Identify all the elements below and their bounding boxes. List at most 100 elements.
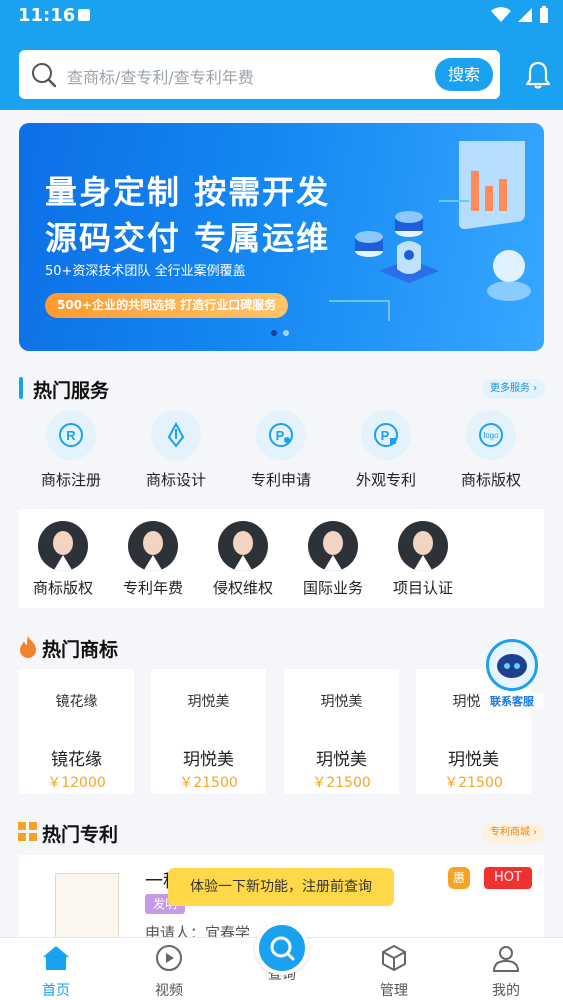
hot-badge: HOT	[484, 867, 532, 889]
trademark-card[interactable]: 玥悦美 玥悦美 ￥21500	[151, 669, 266, 794]
avatar	[38, 521, 88, 571]
consultant-row: 商标版权 专利年费 侵权维权 国际业务 项目认证	[19, 509, 544, 608]
discount-badge: 惠	[448, 867, 470, 889]
svg-text:P: P	[381, 428, 390, 443]
service-icon-wrap: logo	[466, 410, 516, 460]
status-icons	[491, 6, 549, 24]
patent-mall-button[interactable]: 专利商城 ›	[482, 823, 546, 843]
customer-service-button[interactable]: 联系客服	[480, 637, 544, 713]
promo-banner[interactable]: 量身定制 按需开发 源码交付 专属运维 50+资深技术团队 全行业案例覆盖 50…	[19, 123, 544, 351]
notification-a-icon	[78, 9, 90, 21]
patent-apply-icon: P	[269, 423, 293, 447]
trademark-logo-text: 镜花缘	[55, 694, 98, 710]
query-fab-button[interactable]	[255, 921, 309, 975]
consultant-label: 项目认证	[392, 579, 453, 597]
banner-subtitle: 50+资深技术团队 全行业案例覆盖	[45, 264, 246, 279]
service-icon-wrap: P	[256, 410, 306, 460]
search-icon	[270, 936, 295, 961]
trademark-price: ￥21500	[444, 775, 503, 791]
search-icon	[32, 63, 57, 88]
nav-mine[interactable]: 我的	[466, 944, 546, 1000]
service-icon-wrap: R	[46, 410, 96, 460]
banner-pill: 500+企业的共同选择 打造行业口碑服务	[45, 293, 289, 318]
pen-nib-icon	[167, 421, 185, 448]
trademark-logo-text: 玥悦美	[320, 694, 363, 710]
home-icon	[43, 946, 69, 970]
app-header: 11:16 查商标/查专利/查专利年费 搜索	[0, 0, 563, 110]
banner-pagination[interactable]	[271, 330, 289, 336]
banner-dot[interactable]	[271, 330, 277, 336]
search-input[interactable]: 查商标/查专利/查专利年费	[67, 64, 254, 88]
service-label: 商标设计	[145, 471, 206, 489]
trademark-logo-text: 玥悦美	[187, 694, 230, 710]
nav-home[interactable]: 首页	[16, 944, 96, 1000]
consultant-item[interactable]: 商标版权	[23, 521, 103, 598]
trademark-price: ￥21500	[312, 775, 371, 791]
cube-icon	[382, 945, 406, 971]
service-label: 专利申请	[250, 471, 311, 489]
avatar	[218, 521, 268, 571]
service-label: 外观专利	[355, 471, 416, 489]
svg-text:P: P	[276, 428, 285, 443]
signal-icon	[518, 8, 532, 22]
nav-label: 视频	[155, 983, 183, 999]
consultant-item[interactable]: 国际业务	[293, 521, 373, 598]
service-patent-application[interactable]: P 专利申请	[236, 410, 326, 490]
service-trademark-registration[interactable]: R 商标注册	[26, 410, 116, 490]
svg-text:logo: logo	[483, 431, 499, 440]
hot-services-title: 热门服务	[33, 380, 110, 402]
trademark-card[interactable]: 镜花缘 镜花缘 ￥12000	[19, 669, 134, 794]
search-bar[interactable]: 查商标/查专利/查专利年费 搜索	[19, 50, 500, 99]
trademark-price: ￥21500	[179, 775, 238, 791]
user-icon	[492, 946, 520, 972]
service-design-patent[interactable]: P 外观专利	[341, 410, 431, 490]
wifi-icon	[491, 7, 511, 22]
trademark-name: 玥悦美	[183, 750, 234, 770]
consultant-item[interactable]: 专利年费	[113, 521, 193, 598]
avatar	[128, 521, 178, 571]
more-services-label: 更多服务	[490, 383, 530, 394]
service-label: 商标注册	[40, 471, 101, 489]
service-label: 商标版权	[460, 471, 521, 489]
bell-icon[interactable]	[524, 60, 552, 90]
avatar	[398, 521, 448, 571]
nav-label: 管理	[380, 983, 408, 999]
robot-icon	[486, 639, 538, 691]
trademark-name: 玥悦美	[316, 750, 367, 770]
search-button[interactable]: 搜索	[435, 58, 493, 91]
consultant-label: 商标版权	[32, 579, 93, 597]
tech-illustration-icon	[329, 141, 531, 321]
banner-dot[interactable]	[283, 330, 289, 336]
customer-service-label: 联系客服	[480, 693, 544, 709]
registered-trademark-icon: R	[59, 423, 83, 447]
play-icon	[156, 945, 182, 971]
more-services-button[interactable]: 更多服务 ›	[482, 379, 546, 399]
nav-label: 我的	[492, 983, 520, 999]
design-patent-icon: P	[374, 423, 398, 447]
service-icon-wrap: P	[361, 410, 411, 460]
trademark-card[interactable]: 玥悦美 玥悦美 ￥21500	[284, 669, 399, 794]
consultant-label: 侵权维权	[212, 579, 273, 597]
battery-icon	[540, 6, 548, 23]
feature-tooltip[interactable]: 体验一下新功能，注册前查询	[168, 868, 394, 906]
trademark-price: ￥12000	[47, 775, 106, 791]
service-trademark-copyright[interactable]: logo 商标版权	[446, 410, 536, 490]
consultant-label: 国际业务	[302, 579, 363, 597]
section-accent-bar	[19, 377, 23, 399]
logo-copyright-icon: logo	[479, 423, 503, 447]
consultant-item[interactable]: 项目认证	[383, 521, 463, 598]
patent-mall-label: 专利商城	[490, 827, 530, 838]
consultant-item[interactable]: 侵权维权	[203, 521, 283, 598]
grid-icon	[18, 822, 37, 841]
svg-text:R: R	[66, 428, 76, 443]
nav-manage[interactable]: 管理	[354, 944, 434, 1000]
service-trademark-design[interactable]: 商标设计	[131, 410, 221, 490]
trademark-name: 镜花缘	[51, 750, 102, 770]
avatar	[308, 521, 358, 571]
banner-headline-2: 源码交付 专属运维	[45, 219, 331, 257]
flame-icon	[20, 636, 36, 658]
hot-patents-title: 热门专利	[42, 824, 119, 846]
status-time: 11:16	[18, 5, 76, 26]
nav-video[interactable]: 视频	[129, 944, 209, 1000]
banner-headline-1: 量身定制 按需开发	[45, 173, 331, 211]
